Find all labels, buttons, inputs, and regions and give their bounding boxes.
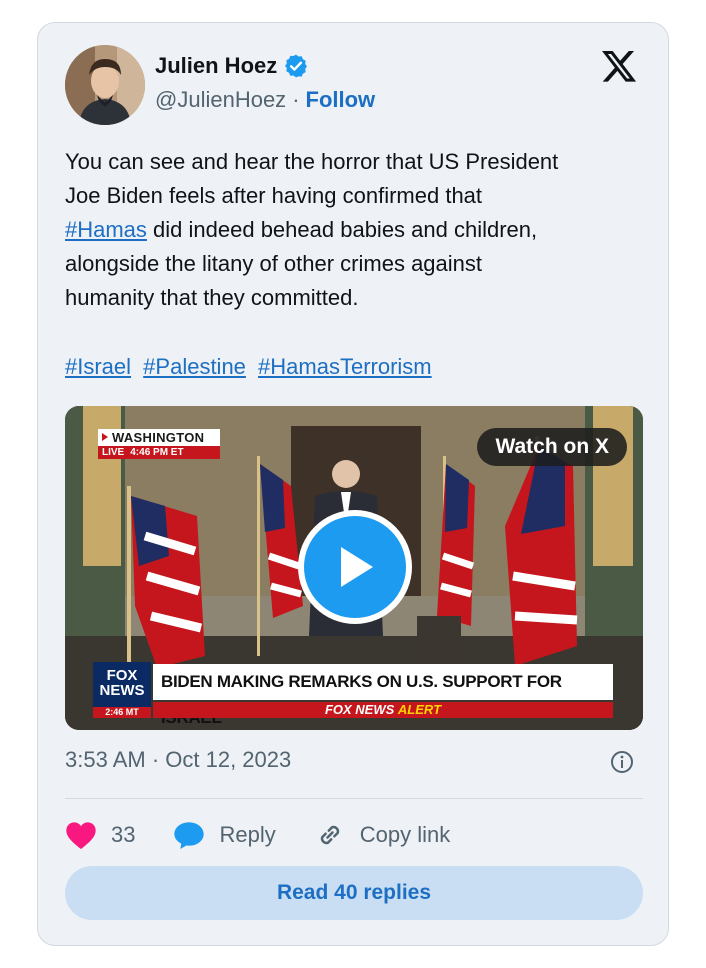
tweet-card: Julien Hoez @JulienHoez · Follow You can… <box>37 22 669 946</box>
network-logo-bottom: NEWS <box>99 682 145 699</box>
tweet-timestamp[interactable]: 3:53 AM · Oct 12, 2023 <box>65 747 291 773</box>
news-headline: BIDEN MAKING REMARKS ON U.S. SUPPORT FOR… <box>153 664 613 727</box>
watch-on-x-button[interactable]: Watch on X <box>477 428 627 466</box>
tweet-line: humanity that they committed. <box>65 285 359 310</box>
tweet-line: alongside the litany of other crimes aga… <box>65 251 483 276</box>
copy-link-button[interactable]: Copy link <box>314 820 450 850</box>
reply-button[interactable]: Reply <box>173 820 276 850</box>
hashtag-link[interactable]: #Palestine <box>143 354 246 379</box>
play-icon <box>341 547 373 587</box>
play-circle <box>304 516 406 618</box>
info-icon[interactable] <box>610 750 634 774</box>
tweet-line: You can see and hear the horror that US … <box>65 149 559 174</box>
reply-bubble-icon <box>174 822 205 849</box>
author-name-row: Julien Hoez <box>155 53 309 79</box>
alert-word: ALERT <box>397 702 442 717</box>
heart-icon <box>66 822 96 849</box>
read-replies-button[interactable]: Read 40 replies <box>65 866 643 920</box>
hashtag-link[interactable]: #Israel <box>65 354 131 379</box>
reply-label: Reply <box>219 822 276 847</box>
hashtag-link[interactable]: #HamasTerrorism <box>258 354 432 379</box>
tweet-line-text: did indeed behead babies and children, <box>153 217 538 242</box>
video-player[interactable]: WASHINGTON LIVE 4:46 PM ET Watch on X FO… <box>65 406 643 730</box>
follow-button[interactable]: Follow <box>306 87 376 113</box>
live-chyron: WASHINGTON LIVE 4:46 PM ET <box>98 429 220 459</box>
avatar-photo <box>65 45 145 125</box>
avatar[interactable] <box>65 45 145 125</box>
x-logo-icon[interactable] <box>600 47 638 85</box>
tweet-line: #Hamas did indeed behead babies and chil… <box>65 213 645 247</box>
like-button[interactable]: 33 <box>65 820 135 850</box>
hashtag-row: #Israel #Palestine #HamasTerrorism <box>65 350 438 384</box>
network-time: 2:46 MT <box>93 707 151 718</box>
play-button[interactable] <box>298 510 412 624</box>
news-lower-third: FOX NEWS 2:46 MT BIDEN MAKING REMARKS ON… <box>93 662 613 727</box>
link-icon <box>320 825 339 845</box>
author-handle-row: @JulienHoez · Follow <box>155 87 375 113</box>
author-name[interactable]: Julien Hoez <box>155 53 277 79</box>
action-bar: 33 Reply Copy link <box>65 815 488 855</box>
tweet-body: You can see and hear the horror that US … <box>65 145 645 315</box>
handle-separator: · <box>292 87 300 112</box>
news-alert-banner: FOX NEWS ALERT <box>153 702 613 718</box>
divider <box>65 798 643 799</box>
live-time: 4:46 PM ET <box>130 447 184 458</box>
network-logo-top: FOX <box>106 667 138 684</box>
author-handle[interactable]: @JulienHoez <box>155 87 286 113</box>
copy-link-label: Copy link <box>359 822 451 847</box>
tweet-line: Joe Biden feels after having confirmed t… <box>65 183 483 208</box>
alert-prefix: FOX NEWS <box>324 702 395 717</box>
live-indicator: LIVE 4:46 PM ET <box>98 446 220 459</box>
network-logo: FOX NEWS 2:46 MT <box>93 662 151 718</box>
hashtag-link[interactable]: #Hamas <box>65 217 147 242</box>
live-city: WASHINGTON <box>98 429 220 446</box>
like-count: 33 <box>111 822 136 847</box>
verified-badge-icon <box>285 54 308 78</box>
live-label: LIVE <box>102 447 125 458</box>
